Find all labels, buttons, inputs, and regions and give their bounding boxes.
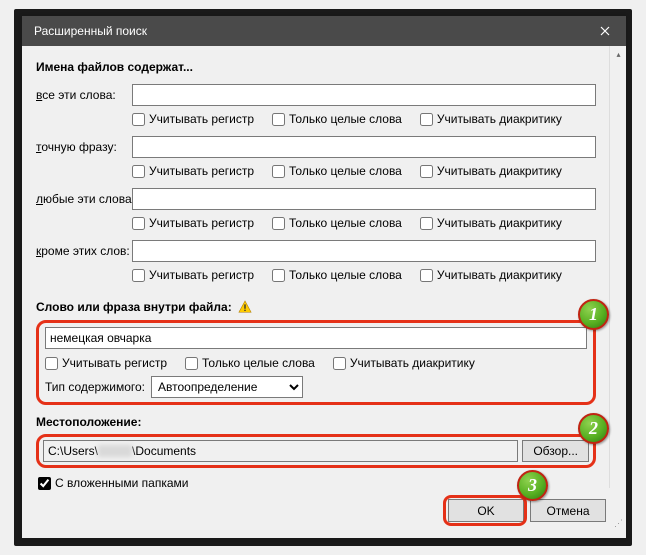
- chk-diacritic-all[interactable]: Учитывать диакритику: [420, 112, 562, 126]
- input-none-words[interactable]: [132, 240, 596, 262]
- label-any-words: любые эти слова:: [36, 192, 132, 206]
- chk-case-exact[interactable]: Учитывать регистр: [132, 164, 254, 178]
- titlebar[interactable]: Расширенный поиск: [22, 16, 626, 46]
- cancel-button[interactable]: Отмена: [530, 499, 606, 522]
- input-exact-phrase[interactable]: [132, 136, 596, 158]
- chk-diacritic-phrase[interactable]: Учитывать диакритику: [333, 356, 475, 370]
- badge-3: 3: [517, 470, 548, 501]
- chk-case-none[interactable]: Учитывать регистр: [132, 268, 254, 282]
- section-header-filenames: Имена файлов содержат...: [36, 60, 596, 74]
- input-location-path[interactable]: C:\Users\ \Documents: [43, 440, 518, 462]
- dialog-body: ▴ Имена файлов содержат... все эти слова…: [22, 46, 626, 538]
- label-exact-phrase: точную фразу:: [36, 140, 132, 154]
- ok-button[interactable]: OK: [448, 499, 524, 522]
- window-title: Расширенный поиск: [34, 24, 147, 38]
- label-none-words: кроме этих слов:: [36, 244, 132, 258]
- section-header-location: Местоположение:: [36, 415, 596, 429]
- redacted-username: [98, 445, 132, 457]
- badge-1: 1: [578, 299, 609, 330]
- chk-whole-none[interactable]: Только целые слова: [272, 268, 402, 282]
- chk-whole-exact[interactable]: Только целые слова: [272, 164, 402, 178]
- check-row-phrase: Учитывать регистр Только целые слова Учи…: [45, 356, 587, 370]
- scroll-up-arrow-icon[interactable]: ▴: [610, 46, 626, 63]
- chk-whole-all[interactable]: Только целые слова: [272, 112, 402, 126]
- content-type-label: Тип содержимого:: [45, 380, 145, 394]
- chk-case-all[interactable]: Учитывать регистр: [132, 112, 254, 126]
- check-row-any: Учитывать регистр Только целые слова Учи…: [132, 216, 596, 230]
- path-prefix: C:\Users\: [48, 444, 98, 458]
- chk-subfolders[interactable]: С вложенными папками: [38, 476, 596, 490]
- chk-diacritic-exact[interactable]: Учитывать диакритику: [420, 164, 562, 178]
- close-button[interactable]: [584, 16, 626, 46]
- content-type-row: Тип содержимого: Автоопределение: [45, 376, 587, 398]
- chk-case-any[interactable]: Учитывать регистр: [132, 216, 254, 230]
- footer-buttons: OK Отмена: [448, 499, 606, 522]
- check-row-all: Учитывать регистр Только целые слова Учи…: [132, 112, 596, 126]
- highlight-box-1: Учитывать регистр Только целые слова Учи…: [36, 320, 596, 405]
- resize-grip-icon[interactable]: ⋰: [610, 522, 624, 536]
- chk-case-phrase[interactable]: Учитывать регистр: [45, 356, 167, 370]
- browse-button[interactable]: Обзор...: [522, 440, 589, 462]
- chk-diacritic-any[interactable]: Учитывать диакритику: [420, 216, 562, 230]
- vertical-scrollbar[interactable]: ▴: [609, 46, 626, 488]
- chk-diacritic-none[interactable]: Учитывать диакритику: [420, 268, 562, 282]
- section-header-phrase: Слово или фраза внутри файла:: [36, 300, 596, 314]
- chk-whole-phrase[interactable]: Только целые слова: [185, 356, 315, 370]
- dialog-window: Расширенный поиск ▴ Имена файлов содержа…: [22, 16, 626, 538]
- input-all-words[interactable]: [132, 84, 596, 106]
- highlight-box-2: C:\Users\\Documents Обзор... 2: [36, 434, 596, 468]
- badge-2: 2: [578, 413, 609, 444]
- chk-whole-any[interactable]: Только целые слова: [272, 216, 402, 230]
- content-type-select[interactable]: Автоопределение: [151, 376, 303, 398]
- input-any-words[interactable]: [132, 188, 596, 210]
- label-all-words: все эти слова:: [36, 88, 132, 102]
- close-icon: [600, 26, 610, 36]
- check-row-none: Учитывать регистр Только целые слова Учи…: [132, 268, 596, 282]
- input-phrase[interactable]: [45, 327, 587, 349]
- warning-icon: [238, 300, 252, 314]
- location-row: C:\Users\ \Documents Обзор...: [43, 440, 589, 462]
- path-suffix: \Documents: [132, 444, 196, 458]
- filenames-grid: все эти слова: Учитывать регистр Только …: [36, 84, 596, 288]
- check-row-exact: Учитывать регистр Только целые слова Учи…: [132, 164, 596, 178]
